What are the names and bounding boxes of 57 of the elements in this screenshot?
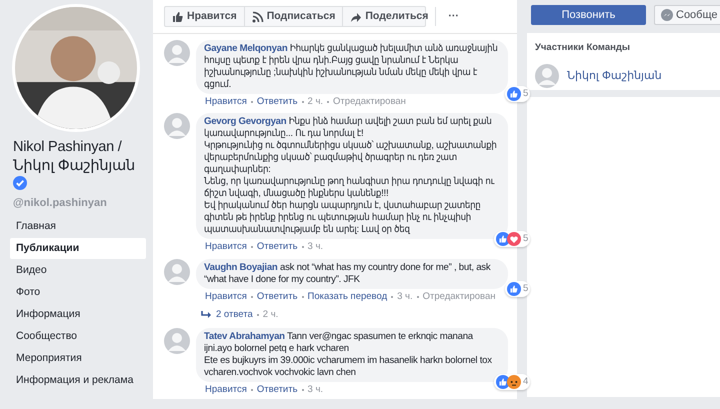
sidebar-item[interactable]: Видео (10, 260, 146, 280)
separator-dot (250, 389, 253, 392)
comment-info: 2 ч. (308, 95, 324, 109)
avatar-icon (164, 40, 190, 66)
comment-info: Отредактирован (333, 95, 406, 109)
reply-time: 2 ч. (262, 308, 278, 322)
replies-link[interactable]: 2 ответа (216, 308, 253, 322)
comment-action-link[interactable]: Показать перевод (308, 290, 388, 304)
sidebar-item[interactable]: Сообщество (10, 326, 146, 346)
comment-info: 3 ч. (308, 383, 324, 397)
share-arrow-icon (350, 10, 362, 22)
comment-action-link[interactable]: Нравится (205, 240, 247, 254)
page-handle: @nikol.pashinyan (12, 196, 108, 211)
separator-dot (302, 389, 304, 392)
separator-dot (250, 101, 253, 104)
comment-action-link[interactable]: Ответить (256, 240, 298, 254)
section-title: Участники Команды (535, 41, 631, 55)
sidebar-item[interactable]: Информация и реклама (10, 370, 146, 390)
comment-action-link[interactable]: Нравится (205, 95, 247, 110)
page-name: Nikol Pashinyan / Նիկոլ Փաշինյան (0, 132, 153, 195)
separator-dot (302, 246, 304, 248)
separator-dot (250, 296, 253, 298)
comment-action-link[interactable]: Нравится (205, 290, 247, 304)
feed-icon (252, 10, 264, 22)
avatar-icon (164, 328, 190, 354)
sidebar-item[interactable]: Фото (10, 282, 146, 302)
comment-info: Отредактирован (422, 290, 496, 304)
sidebar-item[interactable]: Публикации (10, 238, 146, 258)
share-button[interactable]: Поделиться (343, 7, 436, 26)
message-button[interactable]: Сообще (654, 5, 720, 25)
separator-dot (256, 314, 259, 316)
sidebar-item[interactable]: Информация (10, 304, 146, 324)
comment-info: 3 ч. (397, 290, 413, 304)
comment-action-link[interactable]: Ответить (256, 290, 298, 304)
separator-dot (391, 296, 394, 298)
separator-dot (302, 101, 304, 104)
more-button[interactable]: ··· (436, 7, 471, 26)
comment-action-link[interactable]: Ответить (256, 95, 298, 110)
thumbs-up-icon (172, 10, 184, 22)
separator-dot (302, 296, 304, 298)
separator-dot (416, 296, 419, 298)
separator-dot (250, 246, 253, 248)
angry-reaction-icon (506, 375, 521, 389)
sidebar-item[interactable]: Главная (10, 216, 146, 236)
messenger-icon (661, 9, 673, 21)
like-button[interactable]: Нравится (165, 7, 245, 26)
avatar-icon (164, 113, 190, 140)
avatar-icon (164, 258, 190, 284)
comment-info: 3 ч. (308, 240, 324, 254)
comment-action-link[interactable]: Ответить (256, 383, 298, 398)
sidebar-item[interactable]: Мероприятия (10, 348, 146, 368)
reply-arrow-icon (201, 309, 212, 320)
call-button[interactable]: Позвонить (531, 5, 646, 25)
follow-button[interactable]: Подписаться (244, 7, 344, 26)
member-name[interactable]: Նիկոլ Փաշինյան (567, 68, 662, 84)
comment-action-link[interactable]: Нравится (205, 383, 247, 398)
separator-dot (327, 101, 330, 104)
